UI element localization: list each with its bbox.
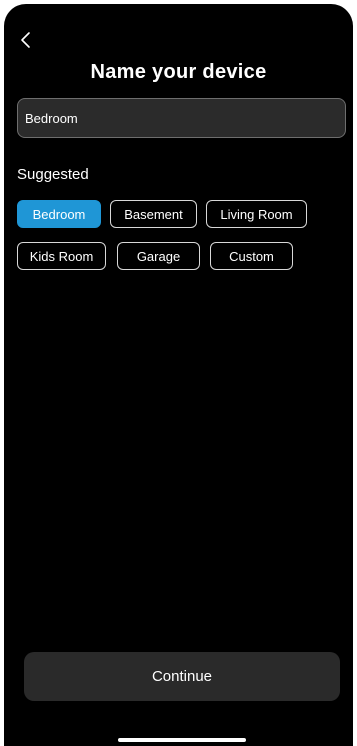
- home-indicator: [118, 738, 246, 742]
- screen: Name your device Suggested Bedroom Basem…: [4, 4, 353, 746]
- continue-button[interactable]: Continue: [24, 652, 340, 701]
- chip-custom[interactable]: Custom: [210, 242, 293, 270]
- chip-bedroom[interactable]: Bedroom: [17, 200, 101, 228]
- chip-basement[interactable]: Basement: [110, 200, 197, 228]
- chip-garage[interactable]: Garage: [117, 242, 200, 270]
- suggested-label: Suggested: [17, 166, 89, 183]
- back-button[interactable]: [14, 28, 38, 52]
- chip-living-room[interactable]: Living Room: [206, 200, 307, 228]
- device-name-input[interactable]: [17, 98, 346, 138]
- page-title: Name your device: [90, 61, 267, 83]
- chevron-left-icon: [21, 32, 30, 48]
- chip-kids-room[interactable]: Kids Room: [17, 242, 106, 270]
